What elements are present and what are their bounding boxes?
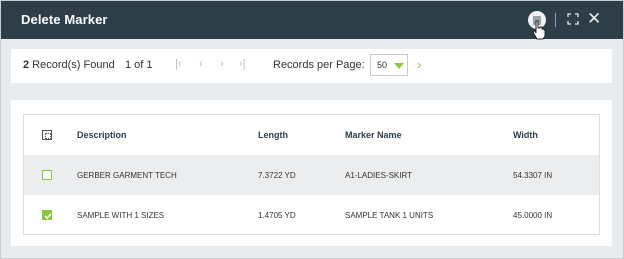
column-header-width[interactable]: Width (513, 130, 538, 140)
cell-length: 7.3722 YD (258, 171, 296, 180)
record-count: 2 Record(s) Found (23, 59, 115, 71)
first-page-button[interactable]: |‹ (175, 58, 182, 70)
delete-marker-dialog: Delete Marker ✕ 2 Record(s) Found 1 of 1… (0, 0, 624, 259)
close-icon[interactable]: ✕ (587, 8, 601, 30)
titlebar-divider (555, 13, 556, 27)
cell-width: 54.3307 IN (513, 171, 553, 180)
dialog-titlebar: Delete Marker ✕ (1, 1, 623, 40)
column-header-description[interactable]: Description (77, 130, 127, 140)
next-page-button[interactable]: › (220, 58, 224, 70)
table-row[interactable]: GERBER GARMENT TECH 7.3722 YD A1-LADIES-… (24, 155, 599, 195)
column-header-length[interactable]: Length (258, 130, 288, 140)
caret-down-icon (394, 63, 404, 69)
row-checkbox[interactable] (42, 170, 52, 180)
cell-marker-name: SAMPLE TANK 1 UNITS (345, 211, 434, 220)
chevron-right-icon[interactable]: › (417, 57, 421, 72)
previous-page-button[interactable]: ‹ (199, 58, 203, 70)
record-count-suffix: Record(s) Found (29, 59, 115, 71)
row-checkbox-checked[interactable] (42, 210, 52, 220)
expand-icon[interactable] (567, 13, 579, 25)
records-per-page-label: Records per Page: (273, 59, 365, 71)
cell-marker-name: A1-LADIES-SKIRT (345, 171, 412, 180)
cell-width: 45.0000 IN (513, 211, 553, 220)
table-row[interactable]: SAMPLE WITH 1 SIZES 1.4705 YD SAMPLE TAN… (24, 195, 599, 234)
results-panel: Description Length Marker Name Width GER… (11, 100, 612, 246)
last-page-button[interactable]: ›| (239, 58, 246, 70)
select-all-checkbox[interactable] (42, 130, 52, 140)
hand-cursor-icon (532, 20, 546, 40)
cell-description: GERBER GARMENT TECH (77, 171, 177, 180)
markers-table: Description Length Marker Name Width GER… (23, 114, 600, 235)
checkmark-icon (44, 213, 52, 220)
table-header-row: Description Length Marker Name Width (24, 115, 599, 155)
records-per-page-select[interactable]: 50 (370, 54, 408, 76)
pagination-bar: 2 Record(s) Found 1 of 1 |‹ ‹ › ›| Recor… (11, 49, 612, 83)
records-per-page-value: 50 (377, 60, 388, 70)
column-header-marker-name[interactable]: Marker Name (345, 130, 402, 140)
page-indicator: 1 of 1 (125, 59, 153, 71)
cell-length: 1.4705 YD (258, 211, 296, 220)
dialog-title: Delete Marker (21, 12, 108, 27)
cell-description: SAMPLE WITH 1 SIZES (77, 211, 165, 220)
